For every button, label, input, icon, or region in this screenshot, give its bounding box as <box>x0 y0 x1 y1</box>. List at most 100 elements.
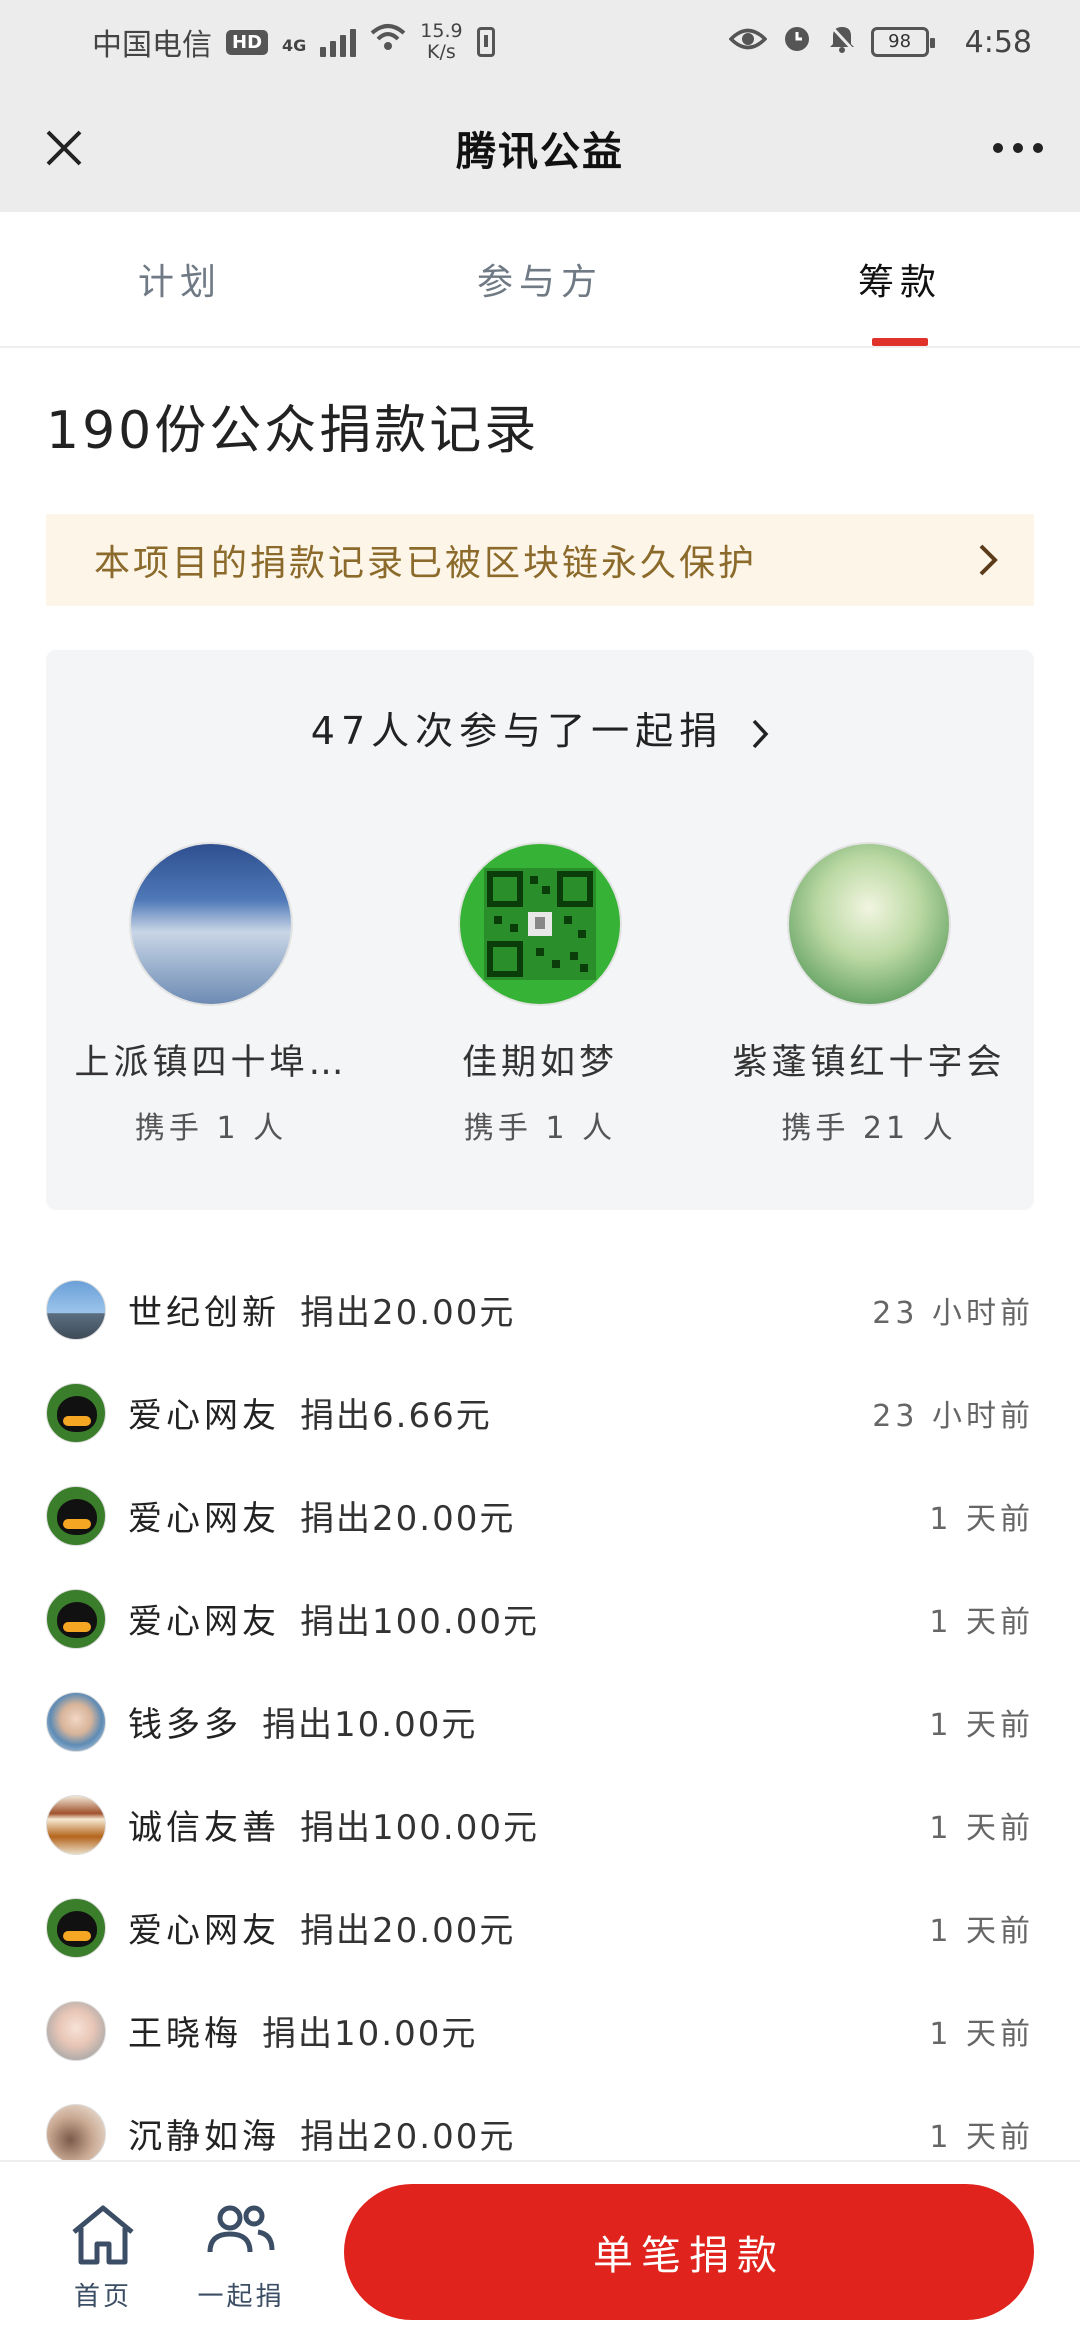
team-count: 携手 1 人 <box>463 1111 617 1146</box>
status-right: 98 4:58 <box>728 22 1032 62</box>
alarm-icon <box>781 22 813 62</box>
donor-name: 爱心网友 <box>128 1499 280 1539</box>
tab-plan[interactable]: 计划 <box>0 212 360 346</box>
tab-participants[interactable]: 参与方 <box>360 212 720 346</box>
donation-time: 1 天前 <box>929 1810 1034 1846</box>
team-count: 携手 1 人 <box>134 1111 288 1146</box>
donation-amount: 捐出6.66元 <box>300 1396 492 1436</box>
team-count: 携手 21 人 <box>781 1111 957 1146</box>
status-bar: 中国电信 HD 4G 15.9 K/s 98 4:58 <box>0 0 1080 84</box>
carrier-label: 中国电信 <box>92 28 212 63</box>
title-bar: 腾讯公益 <box>0 84 1080 212</box>
donation-row[interactable]: 爱心网友 捐出6.66元 23 小时前 <box>0 1361 1080 1464</box>
donor-avatar <box>46 2000 106 2061</box>
network-type: 4G <box>282 36 307 55</box>
donation-row[interactable]: 爱心网友 捐出20.00元 1 天前 <box>0 1464 1080 1567</box>
donor-name: 沉静如海 <box>128 2117 280 2157</box>
donation-time: 1 天前 <box>929 2016 1034 2052</box>
together-header-text: 47人次参与了一起捐 <box>310 709 724 753</box>
donation-list: 世纪创新 捐出20.00元 23 小时前 爱心网友 捐出6.66元 23 小时前… <box>0 1258 1080 2185</box>
donor-name: 爱心网友 <box>128 1602 280 1642</box>
chevron-right-icon <box>979 544 998 576</box>
donor-avatar <box>46 1897 106 1958</box>
battery-icon: 98 <box>870 27 935 57</box>
nav-together-label: 一起捐 <box>197 2282 285 2312</box>
donor-name: 诚信友善 <box>128 1808 280 1848</box>
team-name: 佳期如梦 <box>461 1043 618 1083</box>
donation-row[interactable]: 诚信友善 捐出100.00元 1 天前 <box>0 1773 1080 1876</box>
donor-name: 爱心网友 <box>128 1911 280 1951</box>
blockchain-notice[interactable]: 本项目的捐款记录已被区块链永久保护 <box>46 514 1034 606</box>
clock-time: 4:58 <box>964 24 1032 60</box>
chevron-right-icon <box>752 719 769 748</box>
close-icon <box>46 130 82 166</box>
donation-amount: 捐出20.00元 <box>300 1499 516 1539</box>
wifi-icon <box>370 23 406 61</box>
home-icon <box>72 2205 134 2265</box>
more-icon <box>993 143 1043 153</box>
nav-home-label: 首页 <box>73 2282 132 2312</box>
team-card[interactable]: 上派镇四十埠… 携手 1 人 <box>46 842 376 1147</box>
donor-name: 爱心网友 <box>128 1396 280 1436</box>
tab-label: 筹款 <box>857 262 942 303</box>
team-name: 上派镇四十埠… <box>74 1043 348 1083</box>
active-tab-indicator <box>872 338 928 346</box>
donation-amount: 捐出20.00元 <box>300 1293 516 1333</box>
tab-bar: 计划 参与方 筹款 <box>0 212 1080 348</box>
donation-time: 23 小时前 <box>872 1295 1034 1331</box>
team-name: 紫蓬镇红十字会 <box>732 1043 1006 1083</box>
donor-name: 王晓梅 <box>128 2014 242 2054</box>
team-avatar <box>129 842 293 1006</box>
single-donation-button[interactable]: 单笔捐款 <box>344 2184 1034 2320</box>
donation-time: 1 天前 <box>929 1707 1034 1743</box>
donation-amount: 捐出100.00元 <box>300 1602 539 1642</box>
donation-row[interactable]: 王晓梅 捐出10.00元 1 天前 <box>0 1979 1080 2082</box>
donor-name: 世纪创新 <box>128 1293 280 1333</box>
qr-code-icon <box>484 868 596 980</box>
donation-time: 23 小时前 <box>872 1398 1034 1434</box>
together-donate-card: 47人次参与了一起捐 上派镇四十埠… 携手 1 人 佳期如梦 携手 1 人 紫蓬… <box>46 650 1034 1210</box>
donation-amount: 捐出100.00元 <box>300 1808 539 1848</box>
donation-amount: 捐出10.00元 <box>262 1705 478 1745</box>
net-speed-unit: K/s <box>427 41 456 63</box>
records-title: 190份公众捐款记录 <box>46 401 540 461</box>
donor-avatar <box>46 1279 106 1340</box>
net-speed-value: 15.9 <box>420 20 463 42</box>
donation-amount: 捐出20.00元 <box>300 1911 516 1951</box>
status-left: 中国电信 HD 4G 15.9 K/s <box>92 20 495 64</box>
hd-badge: HD <box>226 29 269 55</box>
donation-row[interactable]: 爱心网友 捐出100.00元 1 天前 <box>0 1567 1080 1670</box>
donor-avatar <box>46 2103 106 2164</box>
net-speed: 15.9 K/s <box>420 21 462 63</box>
donor-avatar <box>46 1382 106 1443</box>
team-card[interactable]: 佳期如梦 携手 1 人 <box>375 842 705 1147</box>
eye-icon <box>728 25 768 60</box>
donation-time: 1 天前 <box>929 1913 1034 1949</box>
team-avatar <box>787 842 951 1006</box>
donor-avatar <box>46 1691 106 1752</box>
team-avatar <box>458 842 622 1006</box>
signal-icon <box>320 27 357 57</box>
donation-time: 1 天前 <box>929 1604 1034 1640</box>
mute-icon <box>827 22 857 62</box>
donor-avatar <box>46 1794 106 1855</box>
donation-row[interactable]: 世纪创新 捐出20.00元 23 小时前 <box>0 1258 1080 1361</box>
battery-alert-icon <box>476 27 495 57</box>
page-title: 腾讯公益 <box>456 129 624 175</box>
people-icon <box>207 2205 275 2253</box>
donation-row[interactable]: 爱心网友 捐出20.00元 1 天前 <box>0 1876 1080 1979</box>
donor-name: 钱多多 <box>128 1705 242 1745</box>
nav-together[interactable]: 一起捐 <box>176 2202 306 2313</box>
nav-home[interactable]: 首页 <box>38 2202 168 2313</box>
donation-amount: 捐出10.00元 <box>262 2014 478 2054</box>
together-header[interactable]: 47人次参与了一起捐 <box>46 700 1034 755</box>
bottom-bar: 首页 一起捐 单笔捐款 <box>0 2160 1080 2340</box>
donor-avatar <box>46 1485 106 1546</box>
team-card[interactable]: 紫蓬镇红十字会 携手 21 人 <box>704 842 1034 1147</box>
close-button[interactable] <box>30 114 98 182</box>
donation-row[interactable]: 钱多多 捐出10.00元 1 天前 <box>0 1670 1080 1773</box>
more-button[interactable] <box>984 114 1052 182</box>
blockchain-notice-text: 本项目的捐款记录已被区块链永久保护 <box>94 543 758 584</box>
tab-fundraising[interactable]: 筹款 <box>720 212 1080 346</box>
tab-label: 参与方 <box>476 262 603 303</box>
